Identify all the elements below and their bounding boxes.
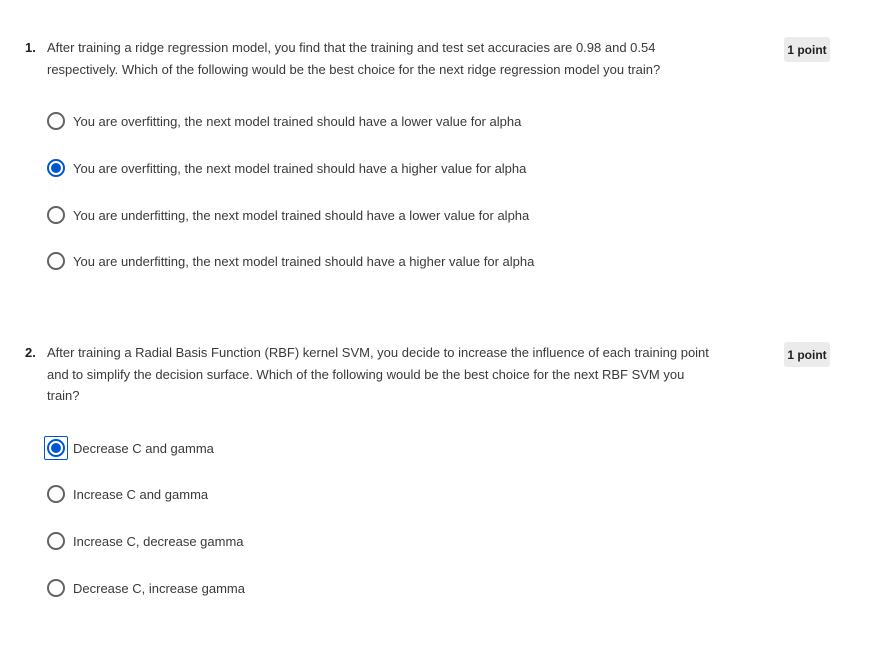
question-text-line: and to simplify the decision surface. Wh… [47,366,685,382]
answer-option[interactable]: Increase C, decrease gamma [44,529,244,553]
radio-button[interactable] [44,482,68,506]
option-label: You are overfitting, the next model trai… [73,160,527,176]
question-text-line: After training a ridge regression model,… [47,40,656,55]
question-text: After training a ridge regression model,… [47,37,747,80]
answer-option[interactable]: Decrease C, increase gamma [44,576,245,600]
points-badge: 1 point [784,37,830,62]
question-text-line: train? [47,388,80,403]
radio-circle-selected [47,439,65,457]
question-number: 1. [25,40,36,55]
question-text-line: respectively. Which of the following wou… [47,61,661,77]
radio-circle [47,579,65,597]
radio-circle [47,206,65,224]
option-label: Decrease C, increase gamma [73,580,245,596]
answer-option[interactable]: You are overfitting, the next model trai… [44,109,521,133]
radio-circle [47,112,65,130]
radio-circle-selected [47,159,65,177]
radio-button[interactable] [44,203,68,227]
question-text-line: After training a Radial Basis Function (… [47,345,709,360]
option-label: Decrease C and gamma [73,440,214,456]
option-label: You are overfitting, the next model trai… [73,113,522,129]
answer-option[interactable]: Increase C and gamma [44,482,208,506]
radio-dot [51,163,61,173]
answer-option[interactable]: You are underfitting, the next model tra… [44,249,534,273]
question-text: After training a Radial Basis Function (… [47,342,747,407]
radio-button[interactable] [44,249,68,273]
radio-dot [51,443,61,453]
radio-circle [47,252,65,270]
points-badge: 1 point [784,342,830,367]
answer-option[interactable]: You are underfitting, the next model tra… [44,203,529,227]
radio-button[interactable] [44,109,68,133]
radio-circle [47,485,65,503]
option-label: Increase C and gamma [73,486,209,502]
radio-button[interactable] [44,576,68,600]
radio-circle [47,532,65,550]
question-number: 2. [25,345,36,360]
radio-button[interactable] [44,156,68,180]
radio-button-focused[interactable] [44,436,68,460]
answer-option[interactable]: Decrease C and gamma [44,436,214,460]
option-label: You are underfitting, the next model tra… [73,253,535,269]
option-label: You are underfitting, the next model tra… [73,207,530,223]
answer-option[interactable]: You are overfitting, the next model trai… [44,156,526,180]
option-label: Increase C, decrease gamma [73,533,244,549]
radio-button[interactable] [44,529,68,553]
